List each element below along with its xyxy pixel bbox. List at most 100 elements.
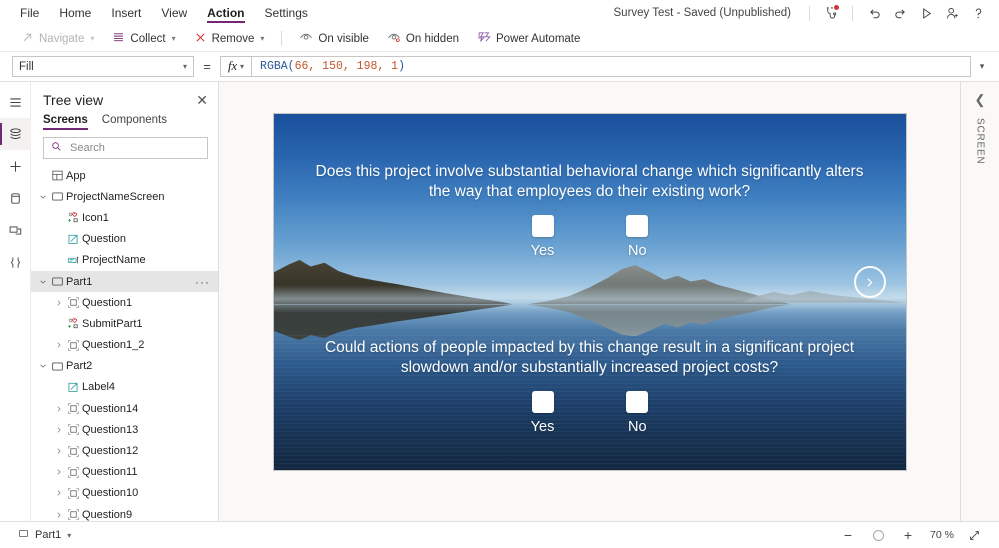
search-input[interactable] [68, 141, 214, 155]
tab-components[interactable]: Components [102, 114, 167, 130]
chevron-right-icon[interactable] [53, 489, 64, 497]
tree-item-more-options-icon[interactable]: ··· [195, 276, 210, 288]
chevron-left-icon[interactable]: ❮ [975, 92, 986, 108]
chevron-down-icon[interactable] [37, 193, 48, 201]
ribbon-collect-button[interactable]: Collect ▾ [103, 28, 184, 50]
chevron-right-icon[interactable] [53, 299, 64, 307]
close-icon[interactable]: ✕ [196, 93, 208, 107]
insert-plus-icon[interactable] [0, 150, 31, 182]
ribbon-power-automate-button[interactable]: Power Automate [468, 28, 589, 50]
property-dropdown-value: Fill [19, 60, 34, 73]
tree-item-question10[interactable]: Question10 [31, 483, 218, 504]
formula-function-token: RGBA [260, 60, 288, 73]
tree-item-label: Question11 [82, 466, 138, 479]
app-checker-icon[interactable] [818, 0, 844, 26]
tree-item-app[interactable]: App [31, 165, 218, 186]
tree-item-list[interactable]: App ProjectNameScreen Icon1 Question Project… [31, 165, 218, 521]
zoom-out-button[interactable]: − [833, 522, 863, 548]
chevron-right-icon[interactable] [53, 405, 64, 413]
property-dropdown[interactable]: Fill ▾ [12, 56, 194, 77]
question-text-2: Could actions of people impacted by this… [324, 339, 855, 377]
tree-item-question[interactable]: Question [31, 229, 218, 250]
data-icon[interactable] [0, 182, 31, 214]
tree-item-question11[interactable]: Question11 [31, 462, 218, 483]
shapes-icon [64, 211, 82, 224]
ribbon-navigate-button[interactable]: Navigate ▾ [12, 28, 103, 50]
menu-item-insert[interactable]: Insert [101, 0, 151, 26]
option-yes-2[interactable]: Yes [531, 390, 554, 435]
checkbox-yes-2[interactable] [531, 390, 554, 413]
tree-item-part1[interactable]: Part1 ··· [31, 270, 218, 293]
tree-item-question1_2[interactable]: Question1_2 [31, 335, 218, 356]
app-screen-canvas[interactable]: Does this project involve substantial be… [272, 113, 907, 471]
tree-item-label: Question9 [82, 508, 133, 521]
question-text-1: Does this project involve substantial be… [315, 163, 864, 201]
group-icon [64, 423, 82, 436]
chevron-right-icon[interactable] [53, 447, 64, 455]
tree-item-question14[interactable]: Question14 [31, 398, 218, 419]
undo-icon[interactable] [861, 0, 887, 26]
fx-button[interactable]: fx ▾ [220, 56, 252, 77]
checkbox-no-1[interactable] [626, 214, 649, 237]
app-icon [48, 169, 66, 182]
checkbox-yes-1[interactable] [531, 214, 554, 237]
menu-item-view[interactable]: View [151, 0, 197, 26]
chevron-down-icon[interactable] [37, 362, 48, 370]
chevron-right-icon[interactable] [53, 468, 64, 476]
chevron-right-icon[interactable] [53, 341, 64, 349]
ribbon-remove-button[interactable]: Remove ▾ [185, 28, 274, 50]
zoom-in-button[interactable]: + [893, 522, 923, 548]
tree-item-question9[interactable]: Question9 [31, 504, 218, 521]
ribbon-on-hidden-button[interactable]: On hidden [378, 28, 468, 50]
redo-icon[interactable] [887, 0, 913, 26]
checkbox-no-2[interactable] [626, 390, 649, 413]
tree-item-icon1[interactable]: Icon1 [31, 207, 218, 228]
menu-item-file[interactable]: File [10, 0, 49, 26]
zoom-slider-handle[interactable] [863, 522, 893, 548]
tree-item-projectname[interactable]: ProjectName [31, 250, 218, 271]
tree-item-projectnamescreen[interactable]: ProjectNameScreen [31, 186, 218, 207]
question-block-1: Does this project involve substantial be… [274, 162, 906, 259]
tree-view-icon[interactable] [0, 118, 31, 150]
tab-screens[interactable]: Screens [43, 114, 88, 130]
ribbon-navigate-label: Navigate [39, 32, 85, 45]
play-preview-icon[interactable] [913, 0, 939, 26]
hamburger-menu-icon[interactable] [0, 86, 31, 118]
powerapps-studio-window: File Home Insert View Action Settings Su… [0, 0, 999, 548]
next-arrow-icon[interactable] [853, 266, 886, 298]
formula-expand-chevron-icon[interactable]: ▾ [971, 61, 993, 72]
variables-icon[interactable] [0, 246, 31, 278]
chevron-down-icon[interactable] [37, 278, 48, 286]
shapes-icon [64, 317, 82, 330]
tree-item-question1[interactable]: Question1 [31, 292, 218, 313]
option-no-1[interactable]: No [626, 214, 649, 259]
media-icon[interactable] [0, 214, 31, 246]
help-icon[interactable] [965, 0, 991, 26]
on-hidden-eye-icon [387, 30, 401, 47]
ribbon-collect-label: Collect [130, 32, 166, 45]
ribbon-on-visible-button[interactable]: On visible [290, 28, 378, 50]
question-options-2: Yes No [274, 390, 906, 435]
chevron-right-icon[interactable] [53, 511, 64, 519]
label-icon [64, 233, 82, 246]
textinput-icon [64, 254, 82, 267]
chevron-right-icon[interactable] [53, 426, 64, 434]
status-screen-selector[interactable]: Part1 ▾ [18, 528, 71, 542]
option-no-2[interactable]: No [626, 390, 649, 435]
tree-item-submitpart1[interactable]: SubmitPart1 [31, 313, 218, 334]
tree-item-question13[interactable]: Question13 [31, 419, 218, 440]
formula-input[interactable]: RGBA(66, 150, 198, 1) [251, 56, 971, 77]
share-icon[interactable] [939, 0, 965, 26]
tree-search-box[interactable] [43, 137, 214, 159]
tree-item-question12[interactable]: Question12 [31, 440, 218, 461]
main-body: Tree view ✕ Screens Components App Projec… [0, 82, 999, 521]
notification-dot [834, 5, 839, 10]
menu-item-home[interactable]: Home [49, 0, 101, 26]
tree-item-label4[interactable]: Label4 [31, 377, 218, 398]
option-yes-1[interactable]: Yes [531, 214, 554, 259]
menu-item-action[interactable]: Action [197, 0, 254, 26]
fit-to-screen-icon[interactable] [961, 522, 987, 548]
ribbon-on-hidden-label: On hidden [405, 32, 459, 45]
menu-item-settings[interactable]: Settings [255, 0, 318, 26]
tree-item-part2[interactable]: Part2 [31, 356, 218, 377]
